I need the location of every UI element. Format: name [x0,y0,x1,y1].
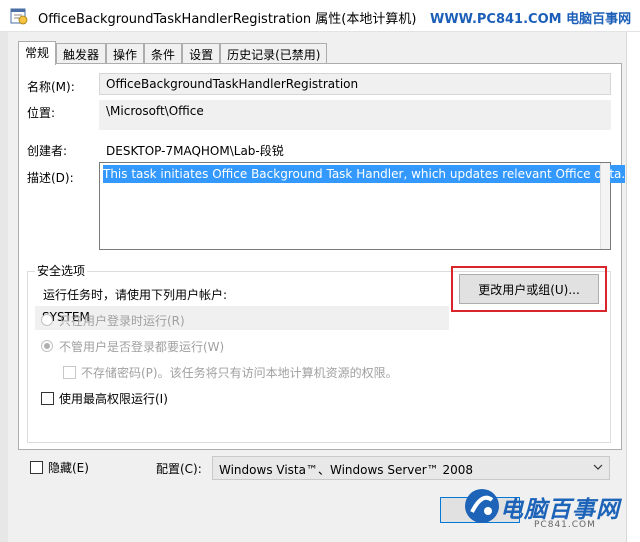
security-options-legend: 安全选项 [35,262,88,279]
brand-logo-icon [465,489,499,523]
title-bar: OfficeBackgroundTaskHandlerRegistration … [0,0,640,32]
checkbox-no-store-password-label: 不存储密码(P)。该任务将只有访问本地计算机资源的权限。 [81,366,398,380]
location-field: \Microsoft\Office [99,100,611,130]
background-window-edge [0,32,8,542]
tab-settings[interactable]: 设置 [182,43,221,65]
tab-general[interactable]: 常规 [18,41,57,65]
background-window-edge-right [626,32,640,542]
name-label: 名称(M): [27,80,75,94]
radio-whether-logged-on-label: 不管用户是否登录都要运行(W) [59,340,225,354]
checkbox-hidden-label: 隐藏(E) [48,461,89,475]
chevron-down-icon [593,464,603,470]
author-field: DESKTOP-7MAQHOM\Lab-段锐 [99,138,611,160]
brand-logo: 电脑百事网 PC841.COM [462,484,640,542]
tab-actions[interactable]: 操作 [106,43,145,65]
name-field[interactable]: OfficeBackgroundTaskHandlerRegistration [99,73,611,95]
configure-selected-value: Windows Vista™、Windows Server™ 2008 [219,463,474,477]
radio-whether-logged-on[interactable] [41,340,53,352]
window-title: OfficeBackgroundTaskHandlerRegistration … [38,12,417,27]
checkbox-highest-privileges[interactable] [41,392,54,405]
tab-history[interactable]: 历史记录(已禁用) [220,43,328,65]
change-user-button[interactable]: 更改用户或组(U)... [459,274,599,304]
brand-logo-subtext: PC841.COM [534,520,596,530]
tab-strip: 常规 触发器 操作 条件 设置 历史记录(已禁用) [18,41,328,65]
task-scheduler-icon [10,8,28,25]
description-scrollbar[interactable] [600,163,610,249]
general-tab-panel: 名称(M): OfficeBackgroundTaskHandlerRegist… [18,63,626,450]
location-label: 位置: [27,106,56,120]
radio-logged-on-only[interactable] [41,314,53,326]
checkbox-highest-privileges-label: 使用最高权限运行(I) [59,392,168,406]
tab-conditions[interactable]: 条件 [144,43,183,65]
configure-label: 配置(C): [156,462,202,476]
radio-logged-on-only-label: 只在用户登录时运行(R) [59,314,185,328]
run-as-label: 运行任务时，请使用下列用户帐户: [43,288,228,302]
tab-triggers[interactable]: 触发器 [56,43,107,65]
description-label: 描述(D): [27,171,74,185]
author-label: 创建者: [27,144,68,158]
description-textarea[interactable]: This task initiates Office Background Ta… [99,162,626,250]
checkbox-hidden[interactable] [30,461,43,474]
configure-select[interactable]: Windows Vista™、Windows Server™ 2008 [212,456,610,480]
brand-logo-text: 电脑百事网 [500,497,620,523]
checkbox-no-store-password[interactable] [63,366,76,379]
watermark-text: WWW.PC841.COM 电脑百事网 [430,12,632,27]
description-text: This task initiates Office Background Ta… [103,165,626,183]
